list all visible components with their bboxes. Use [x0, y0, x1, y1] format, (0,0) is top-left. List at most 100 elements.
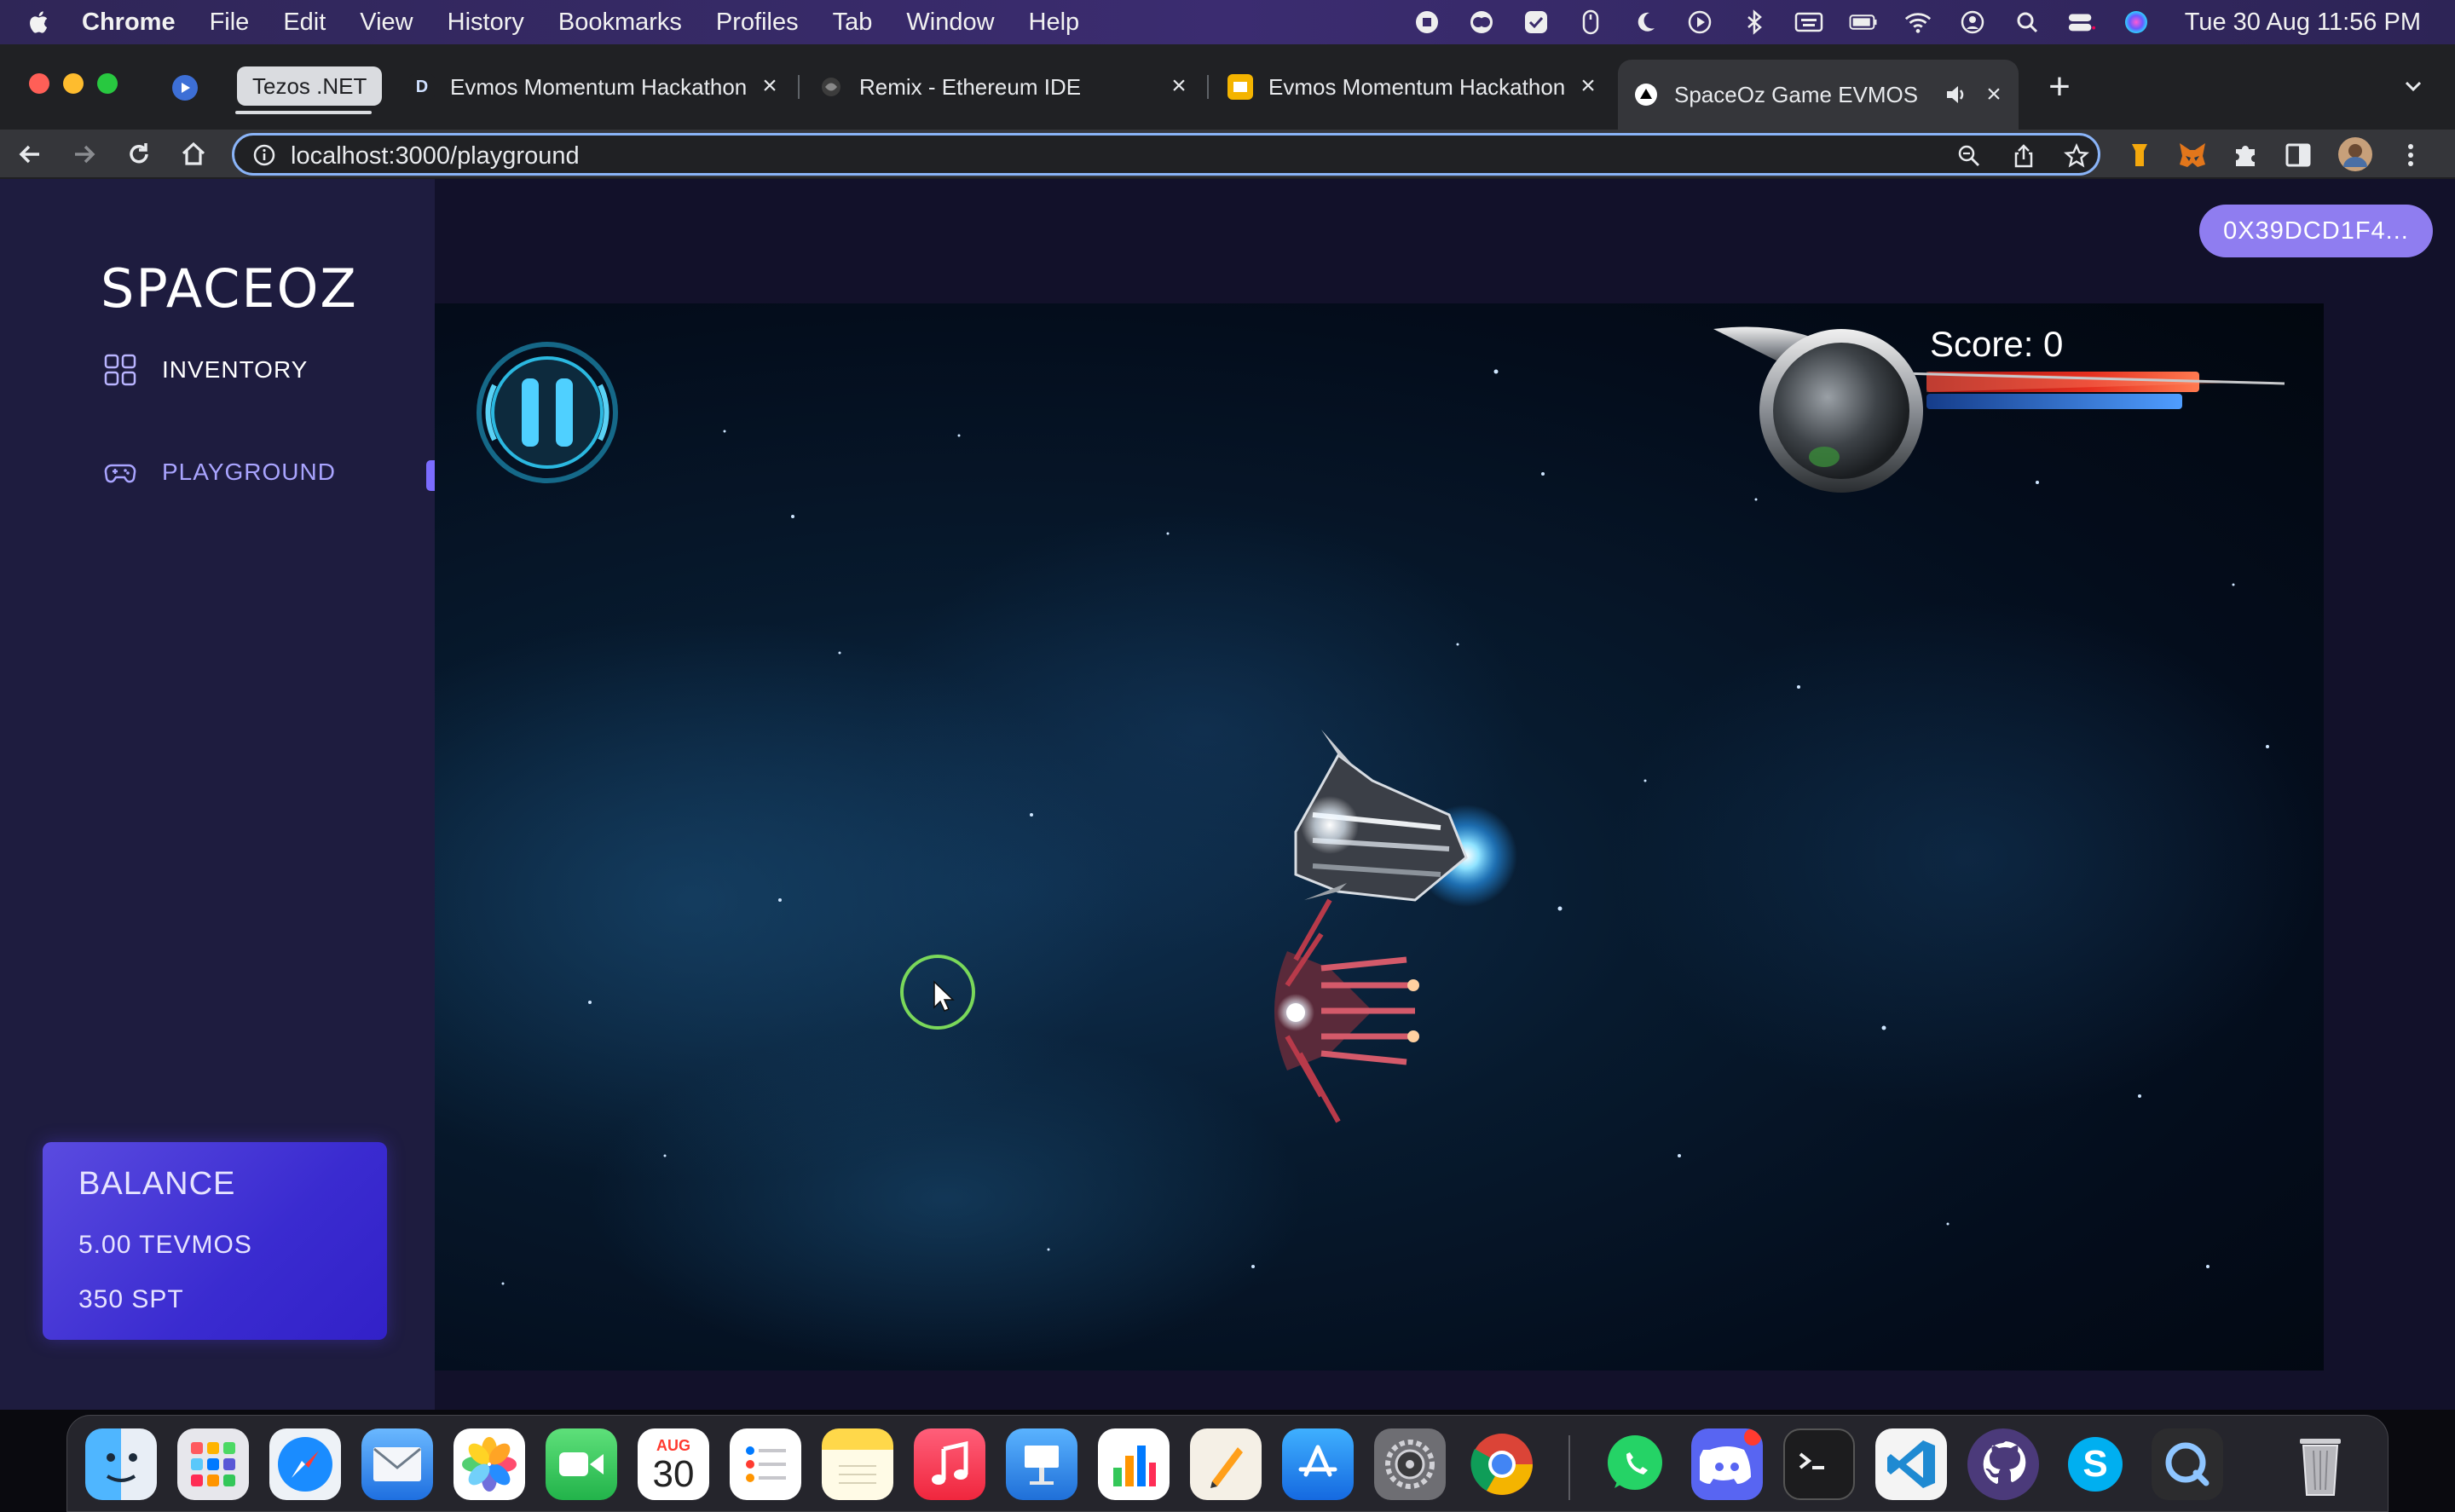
control-center-icon[interactable] [2067, 9, 2096, 35]
pages-icon[interactable] [1190, 1428, 1262, 1500]
notes-icon[interactable] [822, 1428, 893, 1500]
mail-icon[interactable] [361, 1428, 433, 1500]
main-area: 0X39DCD1F4... Score: 0 [435, 179, 2455, 1410]
tab-group-chip[interactable]: Tezos .NET [237, 66, 383, 106]
tab-close-icon[interactable]: × [1575, 73, 1601, 99]
zoom-icon[interactable] [1956, 143, 1982, 169]
menu-view[interactable]: View [360, 9, 413, 37]
tab-evmos-hackathon-2[interactable]: Evmos Momentum Hackathon × [1212, 63, 1613, 111]
back-arrow-icon[interactable] [14, 138, 46, 170]
safari-icon[interactable] [269, 1428, 341, 1500]
yellow-extension-icon[interactable] [2124, 140, 2155, 170]
slides-icon [1228, 74, 1253, 100]
record-icon[interactable] [1412, 9, 1441, 35]
mouse-icon[interactable] [1576, 9, 1605, 35]
pause-button[interactable] [477, 342, 618, 483]
window-minimize-button[interactable] [63, 73, 84, 94]
menu-file[interactable]: File [210, 9, 250, 37]
web-page: SPACEOZ INVENTORY PLAYGROUND BALANCE 5.0… [0, 179, 2455, 1410]
github-desktop-icon[interactable] [1967, 1428, 2039, 1500]
skype-icon[interactable]: S [2059, 1428, 2131, 1500]
menu-edit[interactable]: Edit [283, 9, 326, 37]
tab-close-icon[interactable]: × [757, 73, 783, 99]
sidebar-item-label: PLAYGROUND [162, 459, 336, 485]
tab-evmos-hackathon-1[interactable]: D Evmos Momentum Hackathon × [394, 63, 794, 111]
spotlight-search-icon[interactable] [2013, 9, 2042, 35]
keynote-icon[interactable] [1006, 1428, 1077, 1500]
menu-tab[interactable]: Tab [833, 9, 873, 37]
menu-window[interactable]: Window [906, 9, 994, 37]
tab-spaceoz-game[interactable]: SpaceOz Game EVMOS × [1618, 60, 2019, 130]
vscode-icon[interactable] [1875, 1428, 1947, 1500]
bookmark-star-icon[interactable] [2064, 143, 2089, 169]
facetime-icon[interactable] [546, 1428, 617, 1500]
system-preferences-icon[interactable] [1374, 1428, 1446, 1500]
terminal-icon[interactable] [1783, 1428, 1855, 1500]
menu-help[interactable]: Help [1029, 9, 1080, 37]
tab-group-underline [235, 111, 372, 114]
apple-icon[interactable] [27, 9, 53, 35]
numbers-icon[interactable] [1098, 1428, 1170, 1500]
photos-icon[interactable] [453, 1428, 525, 1500]
game-canvas[interactable]: Score: 0 [435, 303, 2324, 1371]
moon-icon[interactable] [1631, 9, 1660, 35]
address-bar[interactable]: localhost:3000/playground [232, 133, 2100, 176]
quicktime-icon[interactable] [2152, 1428, 2223, 1500]
keyboard-icon[interactable] [1794, 9, 1823, 35]
app-store-icon[interactable] [1282, 1428, 1354, 1500]
user-icon[interactable] [1958, 9, 1987, 35]
notification-badge [1744, 1428, 1761, 1446]
window-close-button[interactable] [29, 73, 49, 94]
menu-profiles[interactable]: Profiles [716, 9, 799, 37]
side-panel-icon[interactable] [2283, 140, 2313, 170]
finder-icon[interactable] [85, 1428, 157, 1500]
tab-title: Remix - Ethereum IDE [859, 73, 1082, 100]
metamask-fox-icon[interactable] [2177, 140, 2208, 170]
tab-strip: Tezos .NET D Evmos Momentum Hackathon × … [0, 44, 2455, 130]
bluetooth-icon[interactable] [1740, 9, 1769, 35]
wallet-address-button[interactable]: 0X39DCD1F4... [2199, 205, 2433, 257]
chrome-menu-icon[interactable] [2395, 140, 2426, 170]
menubar-clock[interactable]: Tue 30 Aug 11:56 PM [2185, 9, 2421, 37]
new-tab-button[interactable]: + [2042, 68, 2077, 106]
tab-close-icon[interactable]: × [1166, 73, 1192, 99]
forward-arrow-icon[interactable] [68, 138, 101, 170]
tab-search-chevron-icon[interactable] [2400, 73, 2426, 99]
dock-separator [1568, 1435, 1570, 1500]
checkmark-app-icon[interactable] [1522, 9, 1551, 35]
creative-cloud-icon[interactable] [1467, 9, 1496, 35]
sidebar-item-inventory[interactable]: INVENTORY [104, 349, 308, 390]
home-icon[interactable] [177, 138, 210, 170]
siri-icon[interactable] [2122, 9, 2151, 35]
macos-menubar: Chrome File Edit View History Bookmarks … [0, 0, 2455, 44]
site-info-icon[interactable] [253, 144, 275, 166]
tab-close-icon[interactable]: × [1981, 82, 2007, 107]
url-text[interactable]: localhost:3000/playground [291, 142, 580, 170]
wifi-icon[interactable] [1903, 9, 1932, 35]
chrome-icon[interactable] [1466, 1428, 1538, 1500]
profile-avatar[interactable] [2337, 136, 2373, 172]
sidebar-item-playground[interactable]: PLAYGROUND [104, 452, 336, 493]
play-icon[interactable] [1685, 9, 1714, 35]
status-area: Tue 30 Aug 11:56 PM [1412, 0, 2421, 44]
discord-icon[interactable] [1691, 1428, 1763, 1500]
menu-app-name[interactable]: Chrome [82, 9, 176, 37]
whatsapp-icon[interactable] [1599, 1428, 1671, 1500]
speaker-icon[interactable] [1944, 82, 1969, 107]
reminders-icon[interactable] [730, 1428, 801, 1500]
extensions-puzzle-icon[interactable] [2230, 140, 2261, 170]
remix-icon [818, 74, 844, 100]
calendar-icon[interactable]: AUG 30 [638, 1428, 709, 1500]
battery-icon[interactable] [1849, 9, 1878, 35]
music-icon[interactable] [914, 1428, 985, 1500]
tab-remix-ide[interactable]: Remix - Ethereum IDE × [803, 63, 1204, 111]
spaceoz-logo[interactable]: SPACEOZ [101, 257, 358, 320]
menu-history[interactable]: History [448, 9, 524, 37]
share-icon[interactable] [2011, 143, 2036, 169]
window-zoom-button[interactable] [97, 73, 118, 94]
media-extension-icon[interactable] [172, 75, 198, 101]
reload-icon[interactable] [123, 138, 155, 170]
launchpad-icon[interactable] [177, 1428, 249, 1500]
menu-bookmarks[interactable]: Bookmarks [558, 9, 682, 37]
trash-icon[interactable] [2285, 1428, 2356, 1500]
